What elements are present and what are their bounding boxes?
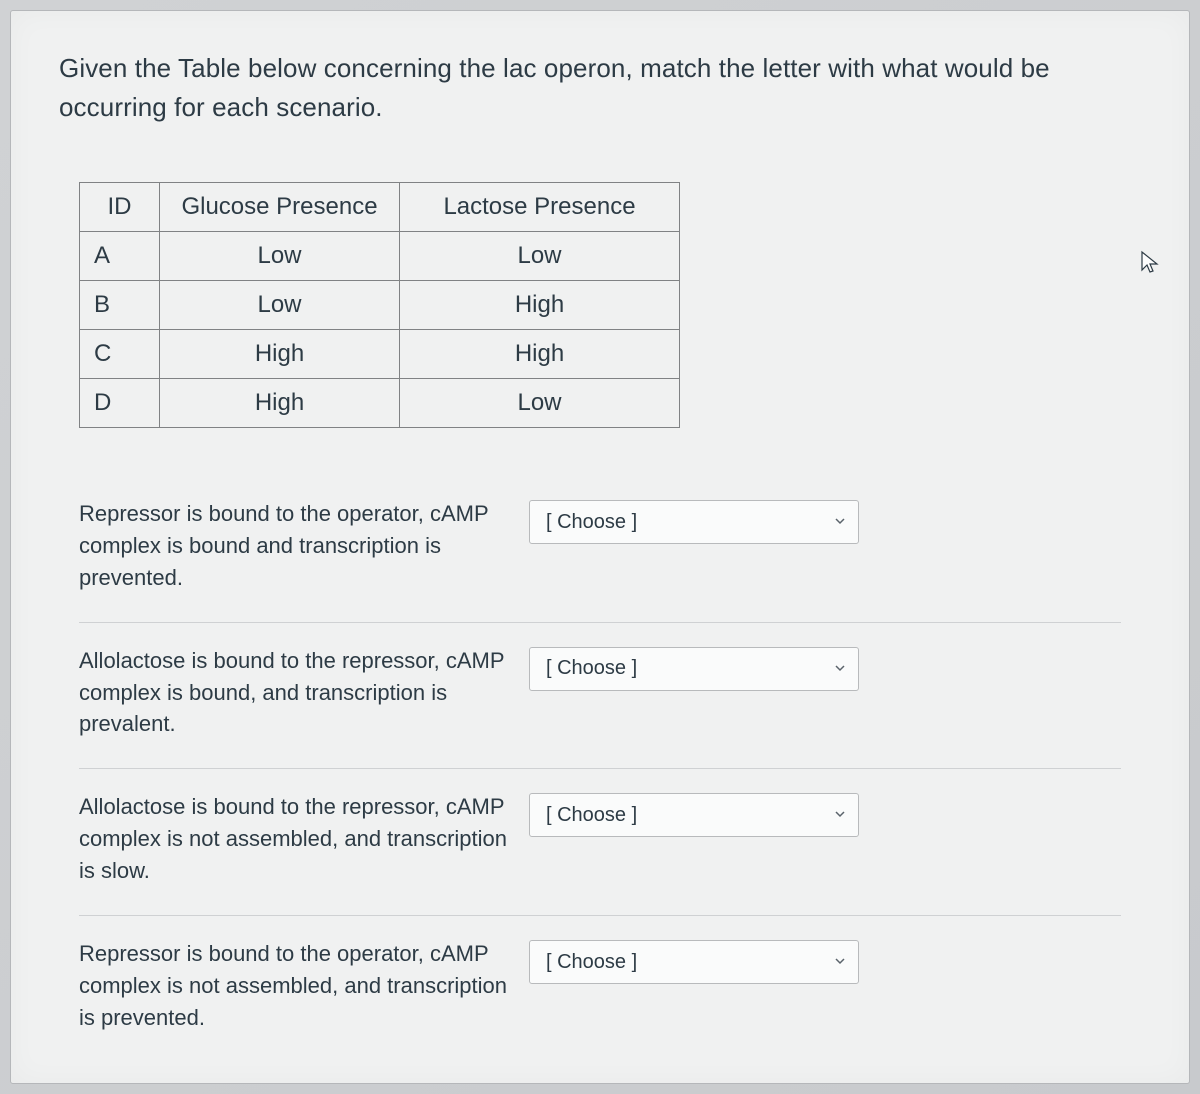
statement-text: Allolactose is bound to the repressor, c… [79, 645, 509, 741]
question-card: Given the Table below concerning the lac… [10, 10, 1190, 1084]
cell-id: D [80, 379, 160, 428]
match-list: Repressor is bound to the operator, cAMP… [79, 498, 1121, 1062]
answer-select[interactable]: [ Choose ] [529, 647, 859, 691]
select-placeholder: [ Choose ] [546, 951, 637, 974]
cell-lactose: High [400, 281, 680, 330]
answer-select[interactable]: [ Choose ] [529, 500, 859, 544]
cell-lactose: Low [400, 232, 680, 281]
cell-glucose: High [160, 330, 400, 379]
header-lactose: Lactose Presence [400, 183, 680, 232]
scenario-table: ID Glucose Presence Lactose Presence A L… [79, 182, 680, 428]
question-prompt: Given the Table below concerning the lac… [59, 49, 1141, 127]
match-row: Repressor is bound to the operator, cAMP… [79, 915, 1121, 1062]
table-row: D High Low [80, 379, 680, 428]
select-placeholder: [ Choose ] [546, 511, 637, 534]
cell-id: B [80, 281, 160, 330]
cell-id: A [80, 232, 160, 281]
match-row: Allolactose is bound to the repressor, c… [79, 768, 1121, 915]
table-row: C High High [80, 330, 680, 379]
chevron-down-icon [834, 514, 846, 530]
chevron-down-icon [834, 954, 846, 970]
match-row: Allolactose is bound to the repressor, c… [79, 622, 1121, 769]
answer-select[interactable]: [ Choose ] [529, 940, 859, 984]
chevron-down-icon [834, 807, 846, 823]
cell-lactose: High [400, 330, 680, 379]
answer-select[interactable]: [ Choose ] [529, 793, 859, 837]
cell-glucose: Low [160, 232, 400, 281]
cell-glucose: High [160, 379, 400, 428]
table-row: A Low Low [80, 232, 680, 281]
table-header-row: ID Glucose Presence Lactose Presence [80, 183, 680, 232]
header-glucose: Glucose Presence [160, 183, 400, 232]
cell-lactose: Low [400, 379, 680, 428]
cursor-icon [1138, 250, 1162, 274]
statement-text: Repressor is bound to the operator, cAMP… [79, 938, 509, 1034]
header-id: ID [80, 183, 160, 232]
statement-text: Repressor is bound to the operator, cAMP… [79, 498, 509, 594]
select-placeholder: [ Choose ] [546, 657, 637, 680]
statement-text: Allolactose is bound to the repressor, c… [79, 791, 509, 887]
cell-glucose: Low [160, 281, 400, 330]
select-placeholder: [ Choose ] [546, 804, 637, 827]
table-row: B Low High [80, 281, 680, 330]
match-row: Repressor is bound to the operator, cAMP… [79, 498, 1121, 622]
cell-id: C [80, 330, 160, 379]
chevron-down-icon [834, 661, 846, 677]
